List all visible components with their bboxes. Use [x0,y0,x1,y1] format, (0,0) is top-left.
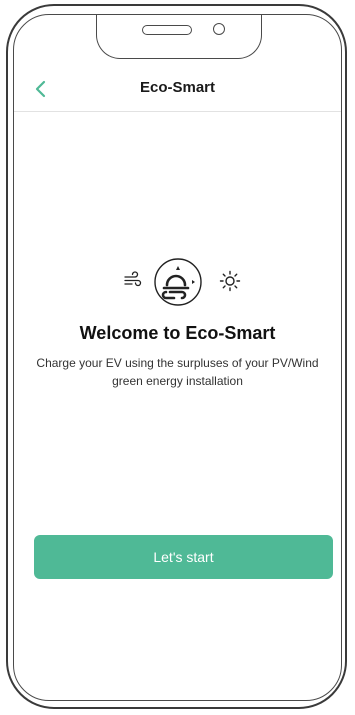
speaker-icon [142,25,192,35]
header-divider [14,111,341,112]
eco-smart-icon [154,258,202,306]
wind-icon [124,271,142,287]
camera-icon [213,23,225,35]
phone-notch [96,15,262,59]
app-screen: Eco-Smart Welcome to Eco-Smart Charge yo… [13,14,342,701]
app-header: Eco-Smart [14,73,341,107]
sun-icon [219,270,241,292]
welcome-title: Welcome to Eco-Smart [79,323,276,343]
welcome-description: Charge your EV using the surpluses of yo… [36,356,319,388]
lets-start-button[interactable]: Let's start [34,535,333,579]
hero-icons [14,257,341,307]
page-title: Eco-Smart [139,79,216,96]
